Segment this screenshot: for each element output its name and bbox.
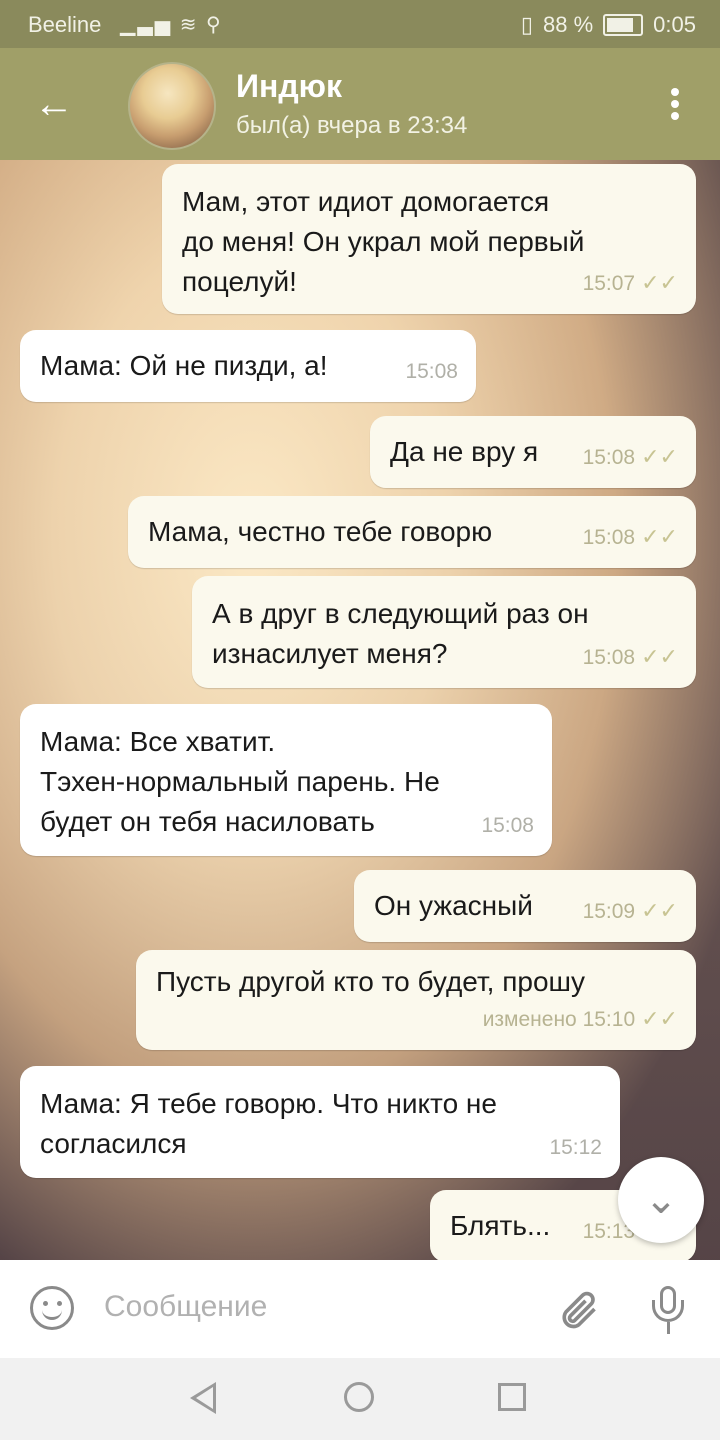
message-text: Мама: Ой не пизди, а! xyxy=(40,350,328,381)
message-text: А в друг в следующий раз он изнасилует м… xyxy=(212,598,589,669)
message-bubble[interactable]: Да не вру я 15:08 ✓✓ xyxy=(370,416,696,488)
message-time: 15:08 xyxy=(481,814,534,837)
message-text: Мама, честно тебе говорю xyxy=(148,516,493,547)
message-bubble[interactable]: А в друг в следующий раз он изнасилует м… xyxy=(192,576,696,688)
nav-back-icon[interactable] xyxy=(190,1382,216,1414)
message-time: 15:08 ✓✓ xyxy=(582,644,678,669)
message-text: Мама: Все хватит. Тэхен-нормальный парен… xyxy=(40,726,440,837)
message-time: 15:08 ✓✓ xyxy=(582,524,678,549)
last-seen-status: был(а) вчера в 23:34 xyxy=(236,112,468,139)
message-text: Пусть другой кто то будет, прошу xyxy=(156,966,585,997)
microphone-icon[interactable] xyxy=(650,1282,686,1338)
message-input-bar: Сообщение xyxy=(0,1260,720,1358)
message-text: Да не вру я xyxy=(390,436,539,467)
attach-icon[interactable] xyxy=(556,1288,600,1332)
message-bubble[interactable]: Мам, этот идиот домогается до меня! Он у… xyxy=(162,164,696,314)
message-bubble[interactable]: Мама: Все хватит. Тэхен-нормальный парен… xyxy=(20,704,552,856)
message-time: 15:08 xyxy=(405,360,458,383)
message-time: 15:07 ✓✓ xyxy=(582,270,678,295)
message-bubble[interactable]: Он ужасный 15:09 ✓✓ xyxy=(354,870,696,942)
read-check-icon: ✓✓ xyxy=(641,898,678,923)
message-bubble[interactable]: Мама: Я тебе говорю. Что никто не соглас… xyxy=(20,1066,620,1178)
battery-icon xyxy=(603,14,644,36)
status-right: ▯ 88 % 0:05 xyxy=(521,12,696,38)
message-bubble[interactable]: Мама: Ой не пизди, а! 15:08 xyxy=(20,330,476,402)
read-check-icon: ✓✓ xyxy=(641,1006,678,1031)
message-text: Он ужасный xyxy=(374,890,533,921)
clock: 0:05 xyxy=(653,12,696,37)
message-time: 15:12 xyxy=(549,1136,602,1159)
read-check-icon: ✓✓ xyxy=(641,444,678,469)
more-menu-icon[interactable] xyxy=(670,84,680,124)
vibrate-icon: ▯ xyxy=(520,12,534,37)
message-time: изменено 15:10 ✓✓ xyxy=(482,1006,678,1031)
signal-wifi-icons: ▁▃▅ ≋ ⚲ xyxy=(120,14,223,36)
chevron-down-icon: ⌄ xyxy=(644,1178,678,1222)
message-time: 15:08 ✓✓ xyxy=(582,444,678,469)
status-bar: Beeline ▁▃▅ ≋ ⚲ ▯ 88 % 0:05 xyxy=(0,0,720,48)
message-text: Мам, этот идиот домогается до меня! Он у… xyxy=(182,186,585,297)
nav-recent-apps-icon[interactable] xyxy=(498,1383,526,1411)
message-time: 15:09 ✓✓ xyxy=(582,898,678,923)
message-input[interactable]: Сообщение xyxy=(104,1290,267,1324)
read-check-icon: ✓✓ xyxy=(641,524,678,549)
chat-header: ← Индюк был(а) вчера в 23:34 xyxy=(0,48,720,160)
read-check-icon: ✓✓ xyxy=(641,644,678,669)
message-bubble[interactable]: Мама, честно тебе говорю 15:08 ✓✓ xyxy=(128,496,696,568)
contact-name[interactable]: Индюк xyxy=(236,68,342,105)
carrier-label: Beeline xyxy=(28,12,102,37)
message-bubble[interactable]: Пусть другой кто то будет, прошу изменен… xyxy=(136,950,696,1050)
read-check-icon: ✓✓ xyxy=(641,270,678,295)
message-text: Мама: Я тебе говорю. Что никто не соглас… xyxy=(40,1088,497,1159)
nav-home-icon[interactable] xyxy=(344,1382,374,1412)
back-arrow-icon[interactable]: ← xyxy=(34,82,78,126)
scroll-down-button[interactable]: ⌄ xyxy=(618,1157,704,1243)
chat-area[interactable]: Мам, этот идиот домогается до меня! Он у… xyxy=(0,160,720,1262)
avatar[interactable] xyxy=(128,62,216,150)
message-text: Блять... xyxy=(450,1210,551,1241)
system-nav-bar xyxy=(0,1358,720,1440)
battery-percent: 88 % xyxy=(543,12,594,37)
emoji-icon[interactable] xyxy=(30,1286,74,1330)
